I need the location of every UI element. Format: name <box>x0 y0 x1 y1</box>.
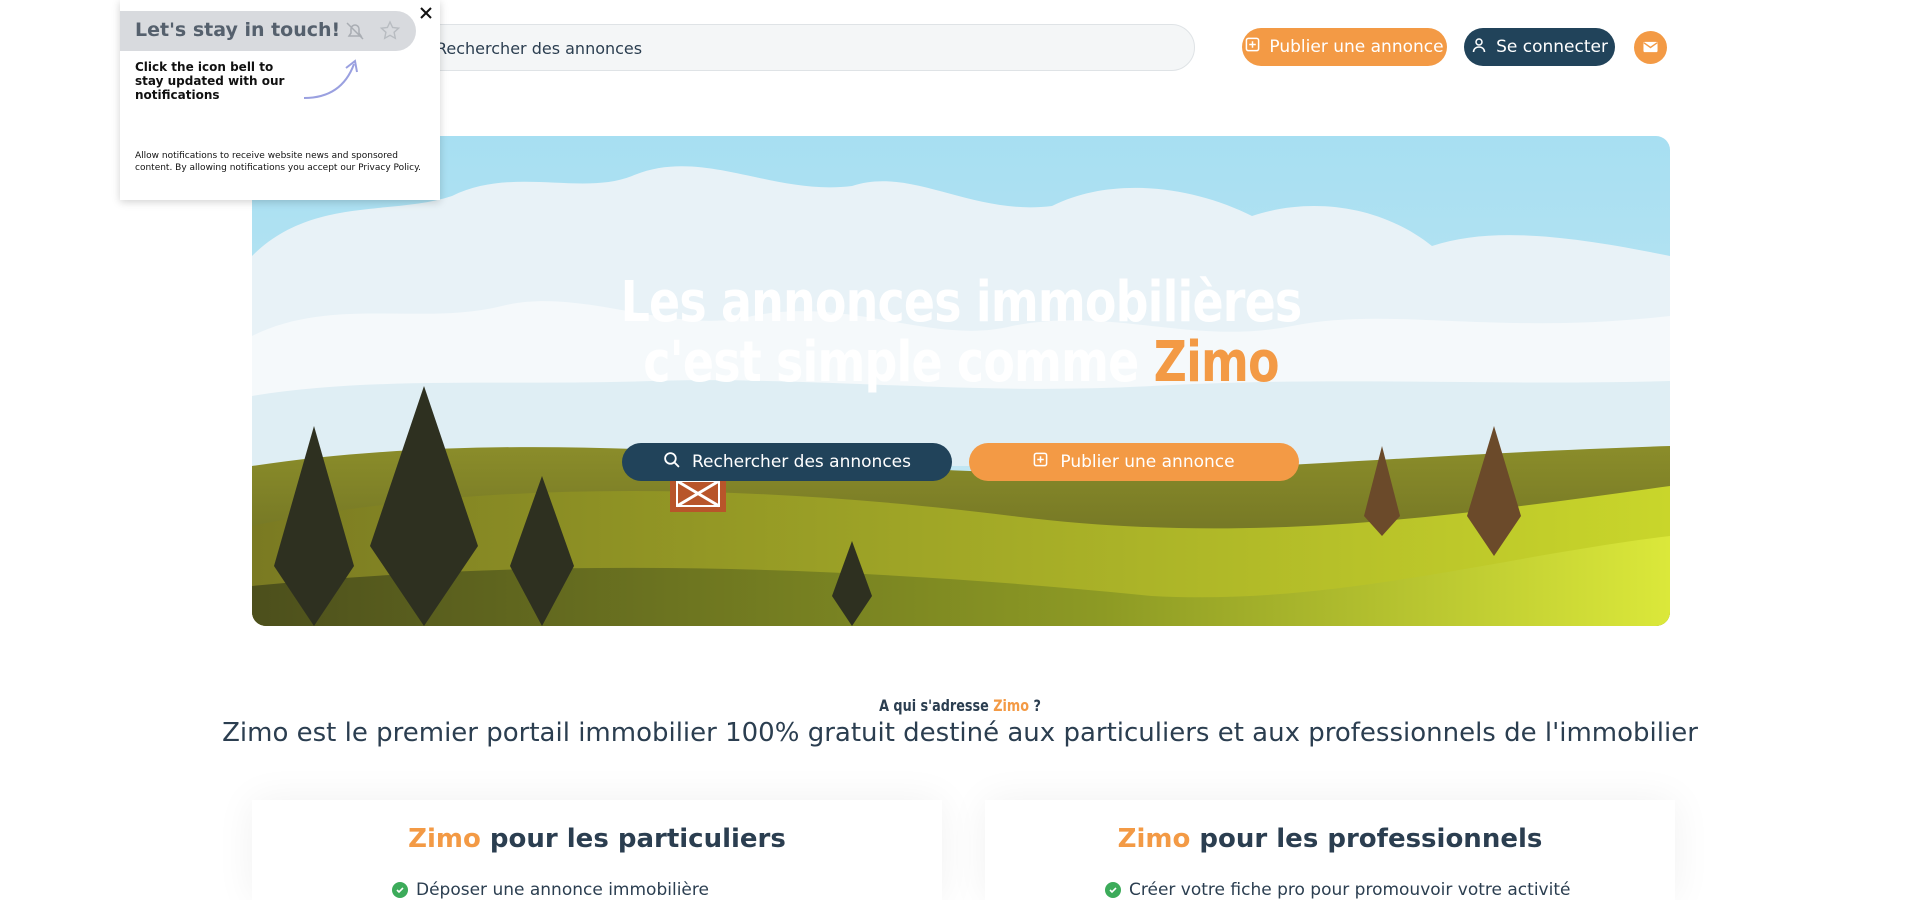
star-icon[interactable] <box>378 19 402 47</box>
plus-square-icon <box>1245 37 1260 57</box>
professionals-feature-item: Créer votre fiche pro pour promouvoir vo… <box>1105 880 1570 900</box>
professionals-card-title: Zimo pour les professionnels <box>985 824 1675 854</box>
popup-body: Click the icon bell to stay updated with… <box>135 60 285 102</box>
audience-question-prefix: A qui s'adresse <box>879 696 994 715</box>
individuals-feature-label: Déposer une annonce immobilière <box>416 880 709 900</box>
audience-question: A qui s'adresse Zimo ? <box>192 696 1728 715</box>
close-icon[interactable] <box>415 2 437 24</box>
intro-text: Zimo est le premier portail immobilier 1… <box>222 718 1698 748</box>
hero-title-prefix: c'est simple comme <box>643 330 1154 395</box>
check-icon <box>392 882 408 898</box>
hero-search-button[interactable]: Rechercher des annonces <box>622 443 952 481</box>
hero-title-line2: c'est simple comme Zimo <box>380 333 1543 393</box>
user-icon <box>1471 37 1487 58</box>
hero-publish-button[interactable]: Publier une annonce <box>969 443 1299 481</box>
publish-ad-label: Publier une annonce <box>1269 37 1444 57</box>
individuals-card-title-text: pour les particuliers <box>480 824 786 854</box>
publish-ad-button[interactable]: Publier une annonce <box>1242 28 1447 66</box>
professionals-card-brand: Zimo <box>1117 824 1191 854</box>
popup-header: Let's stay in touch! <box>120 11 416 51</box>
professionals-card-title-text: pour les professionnels <box>1190 824 1543 854</box>
audience-question-brand: Zimo <box>993 696 1030 715</box>
contact-button[interactable] <box>1634 31 1667 64</box>
hero-title: Les annonces immobilières c'est simple c… <box>380 273 1543 393</box>
search-icon <box>663 451 680 473</box>
check-icon <box>1105 882 1121 898</box>
search-input[interactable]: Rechercher des annonces <box>405 24 1195 71</box>
login-label: Se connecter <box>1496 37 1608 57</box>
mail-icon <box>1643 38 1658 57</box>
bell-off-icon[interactable] <box>343 19 367 47</box>
arrow-icon <box>300 58 366 106</box>
popup-legal-text: Allow notifications to receive website n… <box>135 151 421 173</box>
hero-publish-label: Publier une annonce <box>1060 452 1235 472</box>
professionals-card: Zimo pour les professionnels Créer votre… <box>985 800 1675 900</box>
search-placeholder: Rechercher des annonces <box>436 39 643 58</box>
individuals-card-brand: Zimo <box>408 824 481 854</box>
hero-search-label: Rechercher des annonces <box>692 452 911 472</box>
hero-title-line1: Les annonces immobilières <box>620 270 1303 335</box>
individuals-feature-item: Déposer une annonce immobilière <box>392 880 709 900</box>
hero-title-brand: Zimo <box>1153 330 1280 395</box>
hero-banner: Les annonces immobilières c'est simple c… <box>252 136 1670 626</box>
individuals-card: Zimo pour les particuliers Déposer une a… <box>252 800 942 900</box>
login-button[interactable]: Se connecter <box>1464 28 1615 66</box>
popup-title: Let's stay in touch! <box>135 19 341 41</box>
audience-question-suffix: ? <box>1029 696 1041 715</box>
professionals-feature-label: Créer votre fiche pro pour promouvoir vo… <box>1129 880 1571 900</box>
individuals-card-title: Zimo pour les particuliers <box>252 824 942 854</box>
plus-square-icon <box>1033 452 1048 472</box>
notification-popup: Let's stay in touch! Click the icon bell… <box>120 0 440 200</box>
